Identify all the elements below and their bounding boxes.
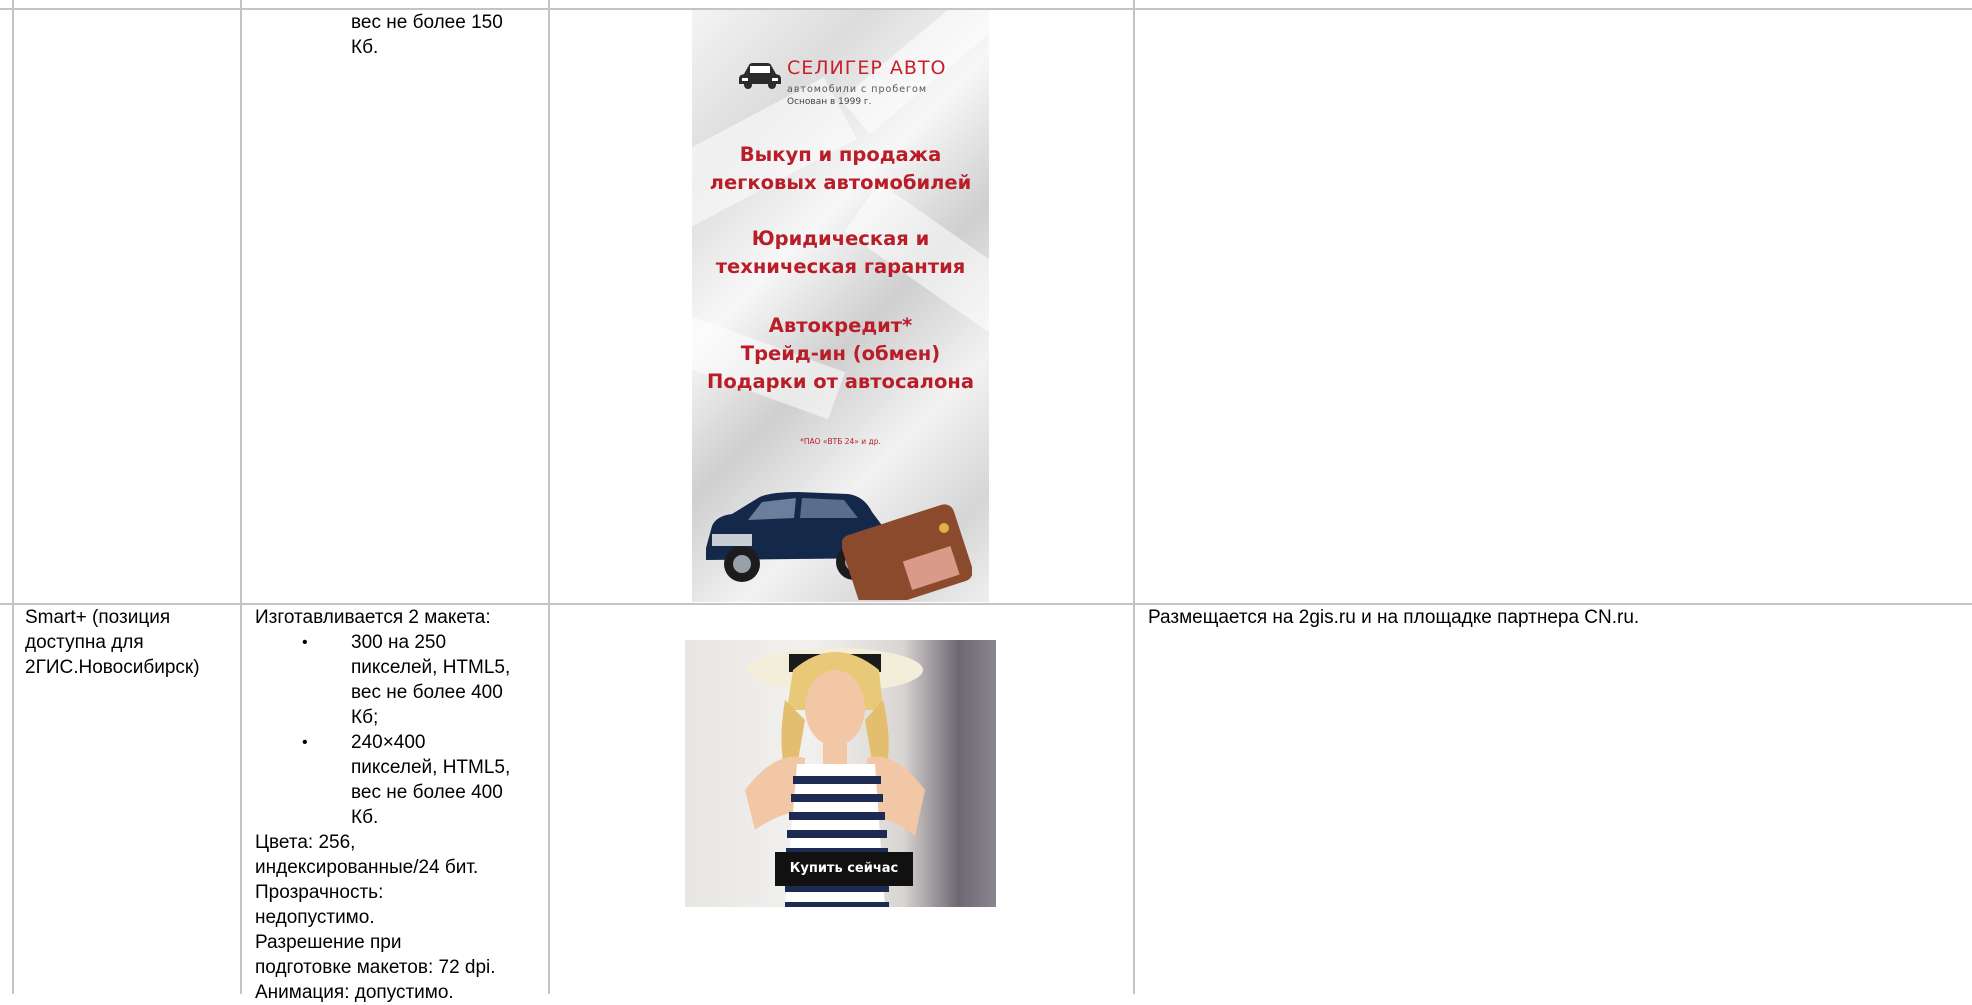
- bullet-icon: •: [302, 634, 308, 651]
- buy-now-button[interactable]: Купить сейчас: [775, 852, 913, 886]
- bullet1-line1: 300 на 250: [351, 632, 447, 653]
- car-logo-icon: [739, 63, 781, 89]
- col-divider-2: [240, 0, 242, 994]
- banner-line: техническая гарантия: [715, 255, 966, 278]
- spec-line: недопустимо.: [255, 907, 375, 928]
- bullet2-line2: пикселей, HTML5,: [351, 757, 511, 778]
- spec-line: Прозрачность:: [255, 882, 384, 903]
- col-divider-3: [548, 0, 550, 994]
- bullet2-line4: Кб.: [351, 807, 379, 828]
- position-name-line1: Smart+ (позиция: [25, 607, 171, 628]
- requirements-intro: Изготавливается 2 макета:: [255, 607, 491, 628]
- bullet1-line2: пикселей, HTML5,: [351, 657, 511, 678]
- banner-line: Автокредит*: [768, 314, 913, 337]
- bullet2-line3: вес не более 400: [351, 782, 503, 803]
- spec-line: Анимация: допустимо.: [255, 982, 454, 1003]
- banner-founded: Основан в 1999 г.: [787, 97, 872, 107]
- bullet1-line3: вес не более 400: [351, 682, 503, 703]
- bullet2-line1: 240×400: [351, 732, 426, 753]
- spec-line: Цвета: 256,: [255, 832, 356, 853]
- position-name-line2: доступна для: [25, 632, 144, 653]
- position-name-line3: 2ГИС.Новосибирск): [25, 657, 200, 678]
- col-divider-4: [1133, 0, 1135, 994]
- requirements-tail-line1: вес не более 150: [351, 12, 503, 33]
- fashion-banner: Купить сейчас: [685, 640, 996, 907]
- spec-line: индексированные/24 бит.: [255, 857, 479, 878]
- spec-line: Разрешение при: [255, 932, 402, 953]
- wallet-image: [842, 504, 972, 600]
- banner-line: легковых автомобилей: [709, 171, 972, 194]
- placement-text: Размещается на 2gis.ru и на площадке пар…: [1148, 607, 1640, 628]
- banner-line: Трейд-ин (обмен): [740, 342, 941, 365]
- bullet-icon: •: [302, 734, 308, 751]
- banner-line: Выкуп и продажа: [739, 143, 942, 166]
- requirements-tail-line2: Кб.: [351, 37, 379, 58]
- col-divider-1: [12, 0, 14, 994]
- spec-line: подготовке макетов: 72 dpi.: [255, 957, 496, 978]
- seliger-auto-banner: СЕЛИГЕР АВТО автомобили с пробегом Основ…: [692, 10, 989, 602]
- banner-line: Юридическая и: [751, 227, 930, 250]
- bullet1-line4: Кб;: [351, 707, 379, 728]
- banner-line: Подарки от автосалона: [707, 370, 974, 393]
- banner-footnote: *ПАО «ВТБ 24» и др.: [800, 437, 881, 446]
